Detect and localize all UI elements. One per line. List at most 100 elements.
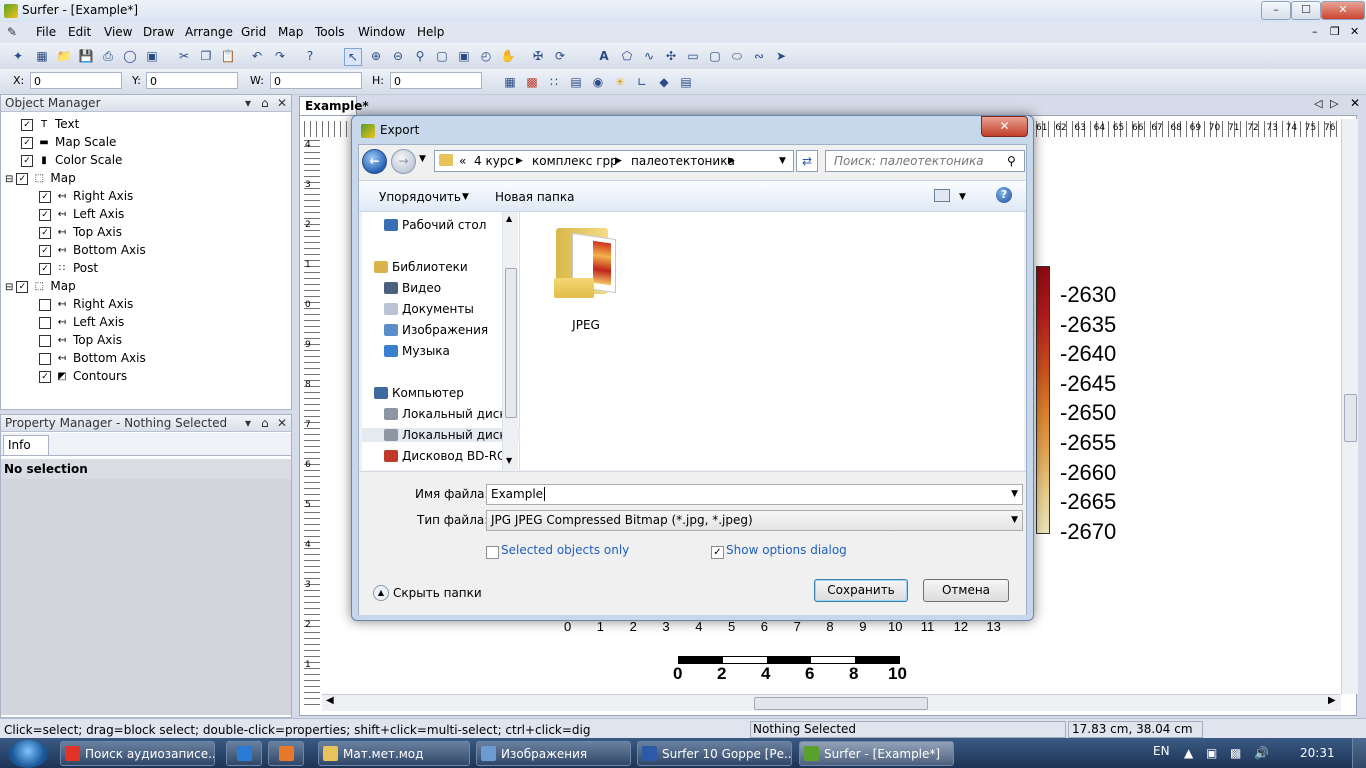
tree-item[interactable]: ↤ Top Axis: [39, 333, 122, 347]
help-pointer-icon[interactable]: ?: [302, 48, 318, 64]
rotate-3d-icon[interactable]: ✠: [530, 48, 546, 64]
nav-scrollbar[interactable]: ▲ ▼: [502, 212, 518, 470]
back-arrow-icon[interactable]: ←: [362, 149, 387, 174]
breadcrumb-overflow[interactable]: «: [459, 151, 466, 171]
dialog-close-button[interactable]: ✕: [981, 116, 1028, 137]
image-icon[interactable]: ▤: [678, 74, 694, 90]
zoom-actual-icon[interactable]: ◴: [478, 48, 494, 64]
zoom-selection-icon[interactable]: ▣: [456, 48, 472, 64]
surface-icon[interactable]: ◆: [656, 74, 672, 90]
tab-scroll-left-icon[interactable]: ◁: [1314, 97, 1322, 110]
taskbar-item[interactable]: Surfer - [Example*]: [799, 741, 954, 766]
save-icon[interactable]: 💾: [78, 48, 94, 64]
nav-item[interactable]: Видео: [384, 281, 441, 295]
rectangle-tool-icon[interactable]: ▭: [685, 48, 701, 64]
show-options-label[interactable]: Show options dialog: [726, 543, 847, 557]
tree-item[interactable]: ✓ T Text: [21, 117, 79, 131]
pan-hand-icon[interactable]: ✋: [500, 48, 516, 64]
new-icon[interactable]: ✦: [10, 48, 26, 64]
pin-icon[interactable]: ⌂: [261, 95, 269, 112]
y-field[interactable]: 0: [146, 72, 238, 89]
breadcrumb-separator-icon[interactable]: ▶: [516, 151, 523, 171]
visibility-checkbox[interactable]: [39, 316, 51, 329]
tab-close-icon[interactable]: ✕: [1350, 96, 1360, 110]
tree-item[interactable]: ✓ ▬ Map Scale: [21, 135, 116, 149]
tree-item[interactable]: ↤ Left Axis: [39, 315, 124, 329]
tree-item[interactable]: ↤ Bottom Axis: [39, 351, 146, 365]
tree-item[interactable]: ⊟ ✓ ⬚ Map: [5, 279, 76, 293]
tab-example[interactable]: Example*: [299, 96, 369, 115]
tab-info[interactable]: Info: [3, 435, 49, 455]
vertical-scrollbar[interactable]: [1341, 119, 1358, 694]
zoom-rect-icon[interactable]: ⚲: [412, 48, 428, 64]
filetype-select[interactable]: JPG JPEG Compressed Bitmap (*.jpg, *.jpe…: [486, 510, 1023, 531]
x-field[interactable]: 0: [30, 72, 122, 89]
breadcrumb-item-paleotektonika[interactable]: палеотектоника: [631, 151, 735, 171]
undo-icon[interactable]: ↶: [249, 48, 265, 64]
scroll-right-icon[interactable]: ▶: [1328, 695, 1336, 706]
tab-scroll-right-icon[interactable]: ▷: [1330, 97, 1338, 110]
tree-item[interactable]: ✓ ↤ Left Axis: [39, 207, 124, 221]
symbol-tool-icon[interactable]: ✣: [663, 48, 679, 64]
help-icon[interactable]: ?: [996, 187, 1012, 203]
jpeg-folder-item[interactable]: JPEG: [554, 222, 618, 332]
organize-dropdown-icon[interactable]: ▼: [462, 192, 469, 202]
view-dropdown-icon[interactable]: ▼: [959, 192, 966, 202]
filename-dropdown-icon[interactable]: ▼: [1011, 485, 1018, 504]
nav-item[interactable]: Музыка: [384, 344, 450, 358]
tree-item[interactable]: ✓ ◩ Contours: [39, 369, 127, 383]
cut-icon[interactable]: ✂: [176, 48, 192, 64]
taskbar-item[interactable]: Поиск аудиозаписе...: [60, 741, 215, 766]
hide-folders-button[interactable]: Скрыть папки: [393, 586, 482, 600]
axes-icon[interactable]: ∟: [634, 74, 650, 90]
language-indicator[interactable]: EN: [1153, 744, 1170, 758]
organize-button[interactable]: Упорядочить: [379, 190, 461, 204]
view-options-icon[interactable]: [934, 189, 950, 202]
menu-app-icon[interactable]: ✎: [7, 25, 17, 39]
rounded-rectangle-tool-icon[interactable]: ▢: [707, 48, 723, 64]
nav-item[interactable]: Локальный диск: [384, 407, 507, 421]
mdi-restore-icon[interactable]: ❐: [1330, 25, 1340, 38]
clock[interactable]: 20:31: [1300, 746, 1335, 760]
polyline-tool-icon[interactable]: ∿: [641, 48, 657, 64]
show-desktop-button[interactable]: [1352, 738, 1366, 768]
tree-collapse-icon[interactable]: ⊟: [5, 282, 13, 293]
search-icon[interactable]: ⚲: [1007, 154, 1016, 168]
pin-icon[interactable]: ⌂: [261, 415, 269, 432]
visibility-checkbox[interactable]: [39, 298, 51, 311]
horizontal-scrollbar[interactable]: ◀ ▶: [322, 694, 1341, 711]
zoom-page-icon[interactable]: ▣: [144, 48, 160, 64]
text-tool-icon[interactable]: A: [596, 48, 612, 64]
taskbar-item[interactable]: Мат.мет.мод: [318, 741, 470, 766]
maximize-button[interactable]: ☐: [1291, 1, 1321, 20]
menu-view[interactable]: View: [104, 25, 132, 39]
base-map-icon[interactable]: ▤: [568, 74, 584, 90]
panel-close-icon[interactable]: ✕: [277, 95, 287, 112]
post-map-icon[interactable]: ∷: [546, 74, 562, 90]
tree-item[interactable]: ⊟ ✓ ⬚ Map: [5, 171, 76, 185]
select-pointer-icon[interactable]: ↖: [344, 48, 362, 66]
tree-item[interactable]: ✓ ▮ Color Scale: [21, 153, 122, 167]
tray-device-icon[interactable]: ▣: [1206, 746, 1217, 760]
nav-item[interactable]: Дисковод BD-RO: [384, 449, 506, 463]
visibility-checkbox[interactable]: [39, 352, 51, 365]
panel-menu-icon[interactable]: ▾: [245, 415, 251, 432]
redo-icon[interactable]: ↷: [272, 48, 288, 64]
selected-objects-label[interactable]: Selected objects only: [501, 543, 629, 557]
close-button[interactable]: ✕: [1321, 1, 1365, 20]
breadcrumb-item-kurs[interactable]: 4 курс: [474, 151, 514, 171]
visibility-checkbox[interactable]: ✓: [21, 154, 33, 167]
print-preview-icon[interactable]: ◯: [122, 48, 138, 64]
visibility-checkbox[interactable]: ✓: [39, 208, 51, 221]
panel-menu-icon[interactable]: ▾: [245, 95, 251, 112]
show-options-checkbox[interactable]: ✓: [711, 546, 724, 559]
open-icon[interactable]: 📁: [56, 48, 72, 64]
refresh-icon[interactable]: ⇄: [796, 150, 818, 172]
menu-tools[interactable]: Tools: [315, 25, 345, 39]
reshape-tool-icon[interactable]: ➤: [773, 48, 789, 64]
taskbar-item[interactable]: [268, 741, 304, 766]
volume-icon[interactable]: 🔊: [1254, 746, 1269, 760]
breadcrumb-separator-icon[interactable]: ▶: [615, 151, 622, 171]
minimize-button[interactable]: –: [1261, 1, 1291, 20]
menu-edit[interactable]: Edit: [68, 25, 91, 39]
